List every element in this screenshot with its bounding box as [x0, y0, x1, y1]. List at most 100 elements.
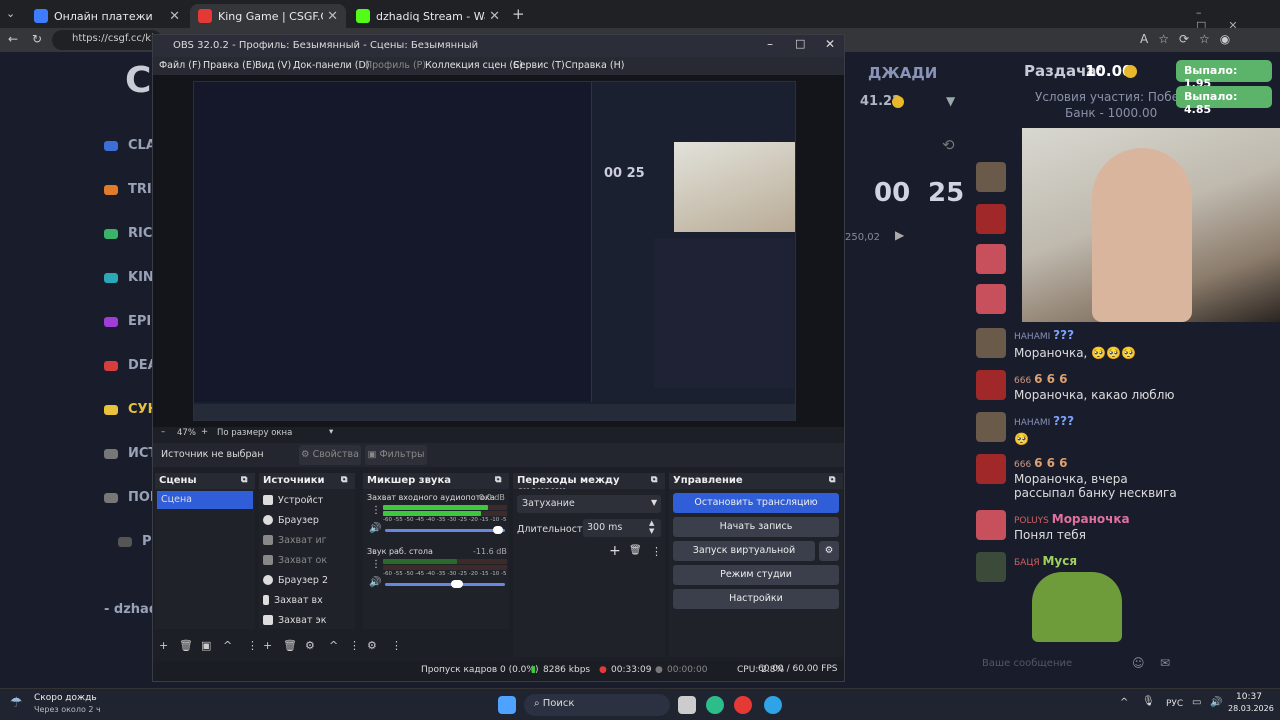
weather-icon[interactable]: ☂ — [10, 695, 23, 711]
source-item[interactable]: Устройст — [263, 491, 323, 509]
url-field[interactable]: https://csgf.cc/king — [52, 30, 167, 50]
menu-scene-collection[interactable]: Коллекция сцен (S) — [425, 60, 523, 71]
menu-file[interactable]: Файл (F) — [159, 60, 201, 71]
volume-icon[interactable]: 🔊 — [1210, 697, 1222, 708]
audio-settings-icon[interactable]: ⚙ — [367, 639, 377, 652]
new-tab-plus-icon[interactable]: + — [512, 5, 525, 23]
clock-time[interactable]: 10:37 — [1236, 692, 1262, 702]
nav-item-stream[interactable]: - dzhad — [104, 602, 158, 617]
add-scene-icon[interactable]: + — [159, 639, 168, 652]
play-icon[interactable]: ▶ — [895, 228, 904, 242]
taskbar-search[interactable]: ⌕ Поиск — [524, 694, 670, 716]
chat-input[interactable]: Ваше сообщение — [982, 658, 1072, 669]
speaker-icon[interactable]: 🔊 — [369, 577, 381, 588]
remove-source-icon[interactable]: 🗑 — [283, 639, 297, 652]
clock-date[interactable]: 28.03.2026 — [1228, 704, 1274, 713]
volume-slider[interactable] — [385, 529, 505, 532]
more-icon[interactable]: ⋮ — [371, 559, 381, 570]
back-icon[interactable]: ← — [8, 32, 18, 46]
add-source-icon[interactable]: + — [263, 639, 272, 652]
source-settings-icon[interactable]: ⚙ — [305, 639, 315, 652]
menu-help[interactable]: Справка (H) — [565, 60, 624, 71]
emoji-icon[interactable]: ☺ — [1132, 656, 1145, 670]
more-icon[interactable]: ⋮ — [349, 639, 360, 652]
source-item[interactable]: Захват эк — [263, 611, 326, 629]
more-icon[interactable]: ⋮ — [371, 505, 381, 516]
volume-slider-handle[interactable] — [493, 526, 503, 534]
close-icon[interactable]: ✕ — [169, 9, 180, 24]
zoom-plus[interactable]: + — [201, 427, 208, 437]
source-item[interactable]: Браузер — [263, 511, 319, 529]
nav-item-r[interactable]: Р — [118, 534, 152, 549]
close-icon[interactable]: ✕ — [489, 9, 500, 24]
menu-tools[interactable]: Сервис (T) — [513, 60, 565, 71]
popout-icon[interactable]: ⧉ — [651, 475, 657, 485]
remove-transition-icon[interactable]: 🗑 — [629, 545, 642, 556]
speaker-icon[interactable]: 🔊 — [369, 523, 381, 534]
close-icon[interactable]: ✕ — [825, 37, 835, 51]
browser-tab-1[interactable]: Онлайн платежи ✕ — [26, 4, 188, 28]
obs-app-icon[interactable] — [734, 696, 752, 714]
obs-preview[interactable]: 00 25 — [153, 75, 844, 427]
popout-icon[interactable]: ⧉ — [495, 475, 501, 485]
scene-filters-icon[interactable]: ▣ — [201, 639, 211, 652]
fit-mode[interactable]: По размеру окна — [217, 428, 292, 438]
source-item[interactable]: Захват вх — [263, 591, 323, 609]
history-icon[interactable]: ⟲ — [942, 136, 955, 154]
nav-item-sun[interactable]: СУН — [104, 402, 158, 417]
zoom-minus[interactable]: – — [161, 427, 165, 437]
properties-button[interactable]: ⚙ Свойства — [299, 445, 361, 465]
scene-item[interactable]: Сцена — [157, 491, 253, 509]
virtual-camera-settings-button[interactable]: ⚙ — [819, 541, 839, 561]
transition-select[interactable]: Затухание ▼ — [517, 495, 661, 513]
source-item[interactable]: Захват ок — [263, 551, 327, 569]
close-icon[interactable]: ✕ — [327, 9, 338, 24]
browser-tab-2[interactable]: King Game | CSGF.CC ✕ — [190, 4, 346, 28]
stop-streaming-button[interactable]: Остановить трансляцию — [673, 493, 839, 513]
source-item[interactable]: Браузер 2 — [263, 571, 328, 589]
add-transition-icon[interactable]: + — [609, 543, 621, 559]
minimize-icon[interactable]: – — [767, 37, 773, 51]
volume-slider-handle[interactable] — [451, 580, 463, 588]
more-icon[interactable]: ⋮ — [247, 639, 258, 652]
network-icon[interactable]: ▭ — [1192, 697, 1201, 708]
tray-up-chevron-icon[interactable]: ^ — [1120, 697, 1128, 708]
popout-icon[interactable]: ⧉ — [241, 475, 247, 485]
send-icon[interactable]: ✉ — [1160, 656, 1170, 670]
start-recording-button[interactable]: Начать запись — [673, 517, 839, 537]
popout-icon[interactable]: ⧉ — [341, 475, 347, 485]
browser-tab-3[interactable]: dzhadiq Stream - Watch Live on K ✕ — [348, 4, 508, 28]
remove-scene-icon[interactable]: 🗑 — [179, 639, 193, 652]
reload-icon[interactable]: ↻ — [32, 32, 42, 46]
stepper-arrows-icon[interactable]: ▲ ▼ — [649, 519, 654, 535]
microphone-tray-icon[interactable]: 🎙 — [1142, 696, 1155, 707]
settings-button[interactable]: Настройки — [673, 589, 839, 609]
menu-profile[interactable]: Профиль (P) — [365, 60, 426, 71]
volume-slider[interactable] — [385, 583, 505, 586]
duration-stepper[interactable]: 300 ms ▲ ▼ — [583, 519, 661, 537]
move-up-icon[interactable]: ^ — [223, 639, 232, 652]
edge-browser-icon[interactable] — [706, 696, 724, 714]
start-virtual-camera-button[interactable]: Запуск виртуальной камеры — [673, 541, 815, 576]
telegram-icon[interactable] — [764, 696, 782, 714]
task-view-icon[interactable] — [678, 696, 696, 714]
tab-list-chevron-icon[interactable]: ⌄ — [6, 7, 15, 20]
studio-mode-button[interactable]: Режим студии — [673, 565, 839, 585]
mixer-channel-name: Захват входного аудиопотока — [367, 493, 495, 502]
move-up-icon[interactable]: ^ — [329, 639, 338, 652]
fit-dropdown-icon[interactable]: ▾ — [329, 427, 333, 437]
more-icon[interactable]: ⋮ — [651, 545, 662, 558]
filters-button[interactable]: ▣ Фильтры — [365, 445, 427, 465]
more-icon[interactable]: ⋮ — [391, 639, 402, 652]
language-indicator[interactable]: РУС — [1166, 699, 1183, 709]
filter-icon: ▣ — [367, 449, 380, 460]
maximize-icon[interactable]: □ — [795, 37, 805, 50]
popout-icon[interactable]: ⧉ — [829, 475, 835, 485]
source-item[interactable]: Захват иг — [263, 531, 327, 549]
menu-view[interactable]: Вид (V) — [255, 60, 291, 71]
menu-docks[interactable]: Док-панели (D) — [293, 60, 369, 71]
nav-item-dea[interactable]: DEA — [104, 358, 158, 373]
start-button-icon[interactable] — [498, 696, 516, 714]
menu-edit[interactable]: Правка (E) — [203, 60, 256, 71]
dropdown-chevron-icon[interactable]: ▼ — [946, 94, 955, 108]
